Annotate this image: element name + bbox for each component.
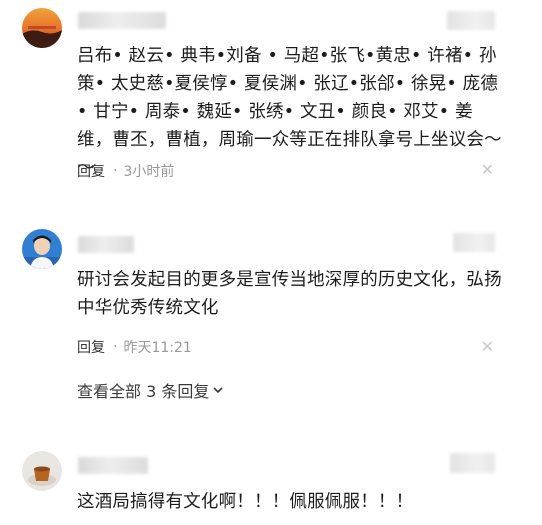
- like-area-redacted: [453, 233, 495, 252]
- like-area-redacted: [450, 453, 495, 473]
- comment-time: 昨天11:21: [123, 340, 192, 356]
- username-redacted: [78, 236, 134, 253]
- like-area-redacted: [447, 11, 495, 30]
- avatar-image: [22, 451, 62, 491]
- reply-button[interactable]: 回复: [77, 337, 105, 357]
- avatar-image: [22, 229, 62, 269]
- view-all-replies-label: 查看全部 3 条回复: [77, 382, 210, 401]
- chevron-down-icon: [213, 387, 223, 394]
- avatar[interactable]: [22, 451, 62, 491]
- comment-meta: 回复 · 昨天11:21: [77, 337, 192, 357]
- comment-time: 3小时前: [123, 164, 175, 180]
- reply-button[interactable]: 回复: [77, 161, 105, 181]
- comment-text: 这酒局搞得有文化啊！！！佩服佩服！！！: [77, 492, 414, 512]
- close-icon[interactable]: ✕: [481, 160, 494, 179]
- avatar[interactable]: [22, 229, 62, 269]
- avatar-image: [22, 8, 62, 48]
- comment-text: 研讨会发起目的更多是宣传当地深厚的历史文化，弘扬中华优秀传统文化: [77, 270, 502, 318]
- username-redacted: [78, 457, 148, 474]
- close-icon[interactable]: ✕: [481, 337, 494, 356]
- username-redacted: [78, 12, 166, 29]
- view-all-replies-link[interactable]: 查看全部 3 条回复: [77, 378, 224, 402]
- comment-meta: 回复 · 3小时前: [77, 161, 174, 181]
- meta-separator: ·: [113, 163, 118, 179]
- avatar[interactable]: [22, 8, 62, 48]
- meta-separator: ·: [113, 339, 118, 355]
